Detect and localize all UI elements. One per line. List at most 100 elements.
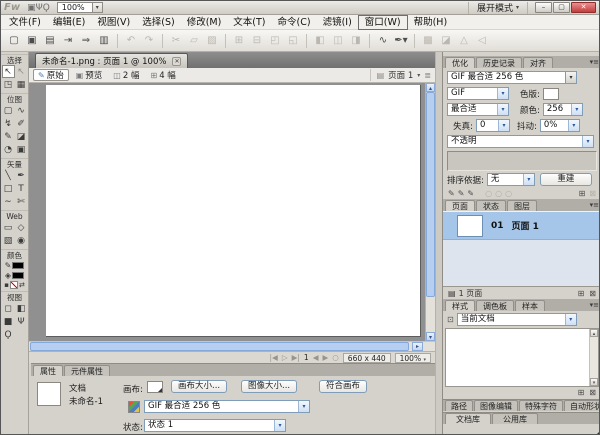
scroll-down-icon[interactable]: ▾ (590, 378, 598, 386)
image-size-button[interactable]: 图像大小... (241, 380, 297, 393)
crop-tool[interactable]: ▦ (15, 78, 28, 91)
page-row[interactable]: 01 页面 1 (443, 212, 600, 240)
separator[interactable] (117, 34, 118, 48)
menu-item[interactable]: 滤镜(I) (317, 16, 358, 29)
scale-tool[interactable]: ◳ (2, 78, 15, 91)
styles-panel-tab[interactable]: 调色板 (476, 300, 514, 311)
stop-icon[interactable]: ○ (332, 353, 339, 362)
text-tool[interactable]: T (15, 182, 28, 195)
copy-icon[interactable]: ▱ (186, 33, 202, 49)
redo-icon[interactable]: ↷ (141, 33, 157, 49)
menu-item[interactable]: 选择(S) (136, 16, 180, 29)
styles-panel-tab[interactable]: 样本 (515, 300, 545, 311)
menu-item[interactable]: 文件(F) (3, 16, 47, 29)
hand-icon[interactable]: Ψ (36, 3, 43, 13)
matte-color-swatch[interactable] (543, 88, 559, 100)
preview-button[interactable]: ▣ 预览 (72, 69, 107, 81)
new-swatch-icon[interactable]: ⊞ (579, 189, 586, 198)
canvas-size-button[interactable]: 画布大小... (171, 380, 227, 393)
panel-divider[interactable] (435, 52, 442, 434)
paste-attributes-icon[interactable]: ◪ (438, 33, 454, 49)
maximize-button[interactable]: ▢ (553, 2, 570, 13)
menus-screen-tool[interactable]: ◧ (15, 302, 28, 315)
pen-tool[interactable]: ✒ (15, 169, 28, 182)
properties-tab[interactable]: 属性 (33, 365, 63, 376)
add-transparency-icon[interactable]: ✎ (448, 189, 455, 198)
fill-color-well[interactable] (12, 272, 24, 279)
styles-list[interactable]: ▴ ▾ (445, 328, 599, 387)
optimize-preset-dropdown[interactable]: GIF 最合适 256 色 ▾ (144, 400, 310, 413)
play-icon[interactable]: ▷ (282, 353, 288, 362)
zoom-tool[interactable]: Ϙ (2, 328, 15, 341)
hide-slices-tool[interactable]: ◉ (15, 234, 28, 247)
blur-tool[interactable]: ◔ (2, 143, 15, 156)
next-state-icon[interactable]: ▶ (322, 353, 328, 362)
vertical-scrollbar[interactable]: ▴ ▾ (425, 83, 435, 341)
optimize-panel-tab[interactable]: 历史记录 (476, 57, 522, 68)
stroke-color-well[interactable] (12, 262, 24, 269)
delete-page-icon[interactable]: ⊠ (589, 289, 596, 298)
original-button[interactable]: ✎ 原始 (33, 69, 69, 81)
separator[interactable] (369, 34, 370, 48)
page-selector[interactable]: 页面 1 (388, 69, 413, 81)
freeform-tool[interactable]: ∼ (2, 195, 15, 208)
separator[interactable] (162, 34, 163, 48)
panel-menu-icon[interactable]: ▾≡ (590, 201, 599, 209)
paste-icon[interactable]: ▨ (204, 33, 220, 49)
pages-panel-tab[interactable]: 状态 (476, 200, 506, 211)
separator[interactable] (225, 34, 226, 48)
horizontal-scrollbar[interactable]: ▸ (29, 341, 435, 351)
dither-dropdown[interactable]: 0% ▾ (540, 119, 580, 132)
brush-tool[interactable]: ✐ (15, 117, 28, 130)
rectangle-tool[interactable]: □ (2, 182, 15, 195)
bring-to-front-icon[interactable]: ◰ (267, 33, 283, 49)
styles-scrollbar[interactable]: ▴ ▾ (589, 329, 598, 386)
canvas[interactable] (46, 85, 421, 337)
transparency-dropdown[interactable]: 不透明 ▾ (447, 135, 594, 148)
saved-settings-dropdown[interactable]: GIF 最合适 256 色 ▾ (447, 71, 577, 84)
canvas-color-swatch[interactable] (147, 381, 163, 393)
knife-tool[interactable]: ✄ (15, 195, 28, 208)
stroke-options-icon[interactable]: ✒▾ (393, 33, 409, 49)
loss-dropdown[interactable]: 0 ▾ (476, 119, 510, 132)
full-screen-tool[interactable]: ■ (2, 315, 15, 328)
two-up-button[interactable]: ◫ 2 幅 (109, 69, 143, 81)
open-icon[interactable]: ▤ (42, 33, 58, 49)
library-panel-tab[interactable]: 文档库 (445, 413, 491, 424)
separator[interactable] (414, 34, 415, 48)
collapsed-panel-tab[interactable]: 自动形状 (564, 400, 600, 411)
optimize-panel-tab[interactable]: 优化 (445, 57, 475, 68)
menu-item[interactable]: 视图(V) (91, 16, 136, 29)
scroll-down-icon[interactable]: ▾ (426, 332, 435, 341)
menu-item[interactable]: 修改(M) (181, 16, 228, 29)
menu-item[interactable]: 窗口(W) (358, 15, 408, 30)
import-icon[interactable]: ⇥ (60, 33, 76, 49)
menu-item[interactable]: 文本(T) (227, 16, 271, 29)
export-icon[interactable]: ⇒ (78, 33, 94, 49)
close-tab-icon[interactable]: ✕ (172, 57, 181, 66)
align-center-icon[interactable]: ◫ (330, 33, 346, 49)
flip-vertical-icon[interactable]: △ (456, 33, 472, 49)
menu-item[interactable]: 命令(C) (272, 16, 317, 29)
styles-panel-tab[interactable]: 样式 (445, 300, 475, 311)
chevron-down-icon[interactable]: ▾ (417, 72, 420, 79)
flip-horizontal-icon[interactable]: ◁ (474, 33, 490, 49)
new-document-icon[interactable]: ▢ (6, 33, 22, 49)
menu-item[interactable]: 帮助(H) (408, 16, 454, 29)
scroll-right-icon[interactable]: ▸ (412, 342, 423, 351)
scroll-up-icon[interactable]: ▴ (426, 83, 435, 92)
page-list-icon[interactable]: ≣ (424, 71, 431, 80)
align-right-icon[interactable]: ◨ (348, 33, 364, 49)
add-transparency-icon[interactable]: ✎ (467, 189, 474, 198)
new-page-icon[interactable]: ⊞ (578, 289, 585, 298)
state-dropdown[interactable]: 状态 1 ▾ (144, 419, 286, 432)
swap-colors-button[interactable]: ⇄ (19, 281, 25, 289)
hand-tool[interactable]: Ψ (15, 315, 28, 328)
add-transparency-icon[interactable]: ✎ (458, 189, 465, 198)
numeric-transform-icon[interactable]: ∿ (375, 33, 391, 49)
pages-panel-tab[interactable]: 页面 (445, 200, 475, 211)
sort-by-dropdown[interactable]: 无 ▾ (487, 173, 535, 186)
eraser-tool[interactable]: ◪ (15, 130, 28, 143)
last-state-icon[interactable]: ▶| (292, 353, 300, 362)
default-colors-button[interactable]: ▪ (4, 281, 9, 289)
